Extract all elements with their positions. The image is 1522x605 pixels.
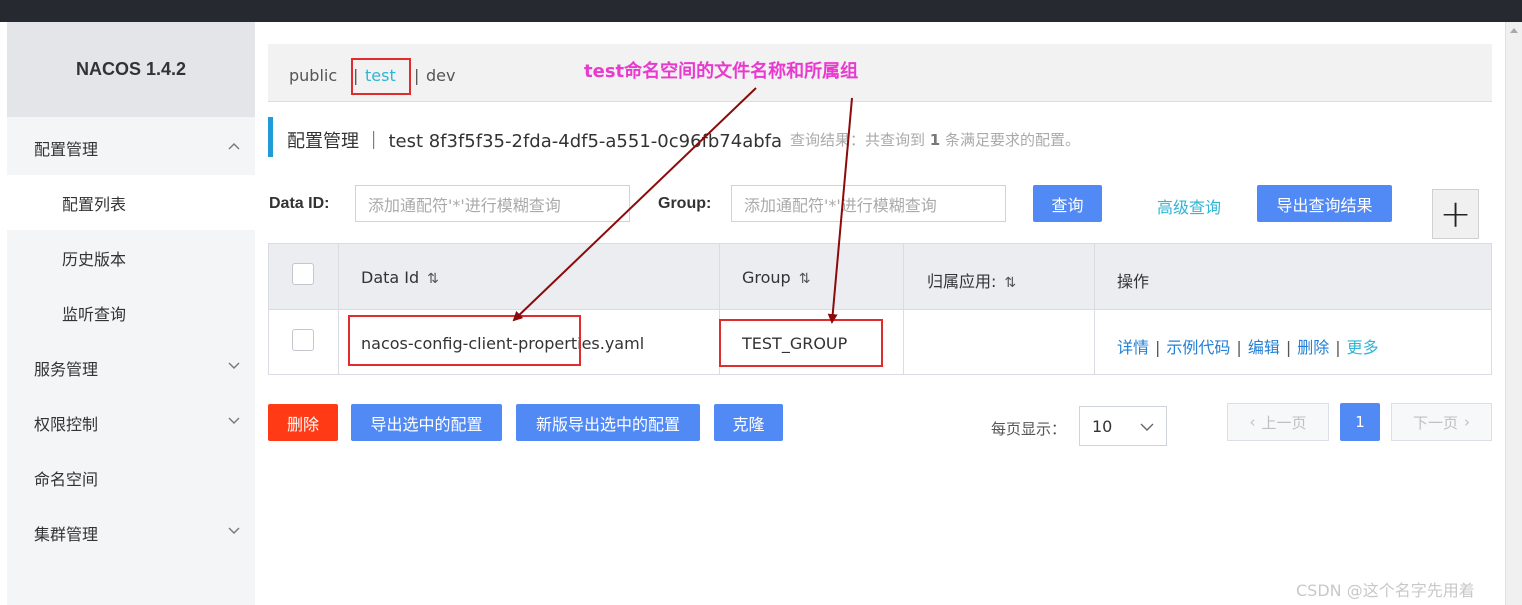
brand-title: NACOS 1.4.2 — [7, 22, 255, 117]
chevron-down-icon — [1140, 423, 1154, 431]
sidebar-item-label: 服务管理 — [34, 359, 99, 379]
sort-icon[interactable]: ⇅ — [799, 271, 811, 287]
row-checkbox[interactable] — [292, 329, 314, 351]
highlight-box-group — [719, 319, 883, 367]
top-bar — [0, 0, 1522, 22]
export-results-button[interactable]: 导出查询结果 — [1257, 185, 1392, 222]
query-result-summary: 查询结果：共查询到 1 条满足要求的配置。 — [790, 129, 1080, 150]
highlight-box-test-namespace — [351, 58, 411, 95]
result-count: 1 — [929, 131, 941, 149]
scroll-up-icon[interactable] — [1510, 28, 1518, 33]
advanced-query-link[interactable]: 高级查询 — [1157, 194, 1221, 218]
group-search-input[interactable]: 添加通配符'*'进行模糊查询 — [731, 185, 1006, 222]
dataid-search-input[interactable]: 添加通配符'*'进行模糊查询 — [355, 185, 630, 222]
op-edit-link[interactable]: 编辑 — [1248, 338, 1280, 357]
result-prefix: 查询结果：共查询到 — [790, 131, 926, 149]
dataid-label: Data ID: — [269, 195, 330, 212]
sort-icon[interactable]: ⇅ — [427, 271, 439, 287]
column-header-data-id[interactable]: Data Id ⇅ — [361, 268, 439, 287]
annotation-text: test命名空间的文件名称和所属组 — [584, 61, 859, 82]
op-more-link[interactable]: 更多 — [1347, 338, 1379, 357]
sidebar-item-history[interactable]: 历史版本 — [7, 230, 255, 285]
namespace-bar: public | test | dev — [268, 44, 1492, 102]
title-accent-bar — [268, 117, 273, 157]
sidebar-item-label: 命名空间 — [34, 469, 99, 489]
namespace-separator: | — [414, 66, 420, 85]
table-header — [269, 244, 1491, 310]
chevron-down-icon — [228, 417, 240, 424]
sidebar-item-label: 权限控制 — [34, 414, 99, 434]
export-selected-new-button[interactable]: 新版导出选中的配置 — [516, 404, 700, 441]
scrollbar[interactable] — [1505, 22, 1522, 605]
delete-button[interactable]: 删除 — [268, 404, 338, 441]
query-button[interactable]: 查询 — [1033, 185, 1102, 222]
sidebar-item-label: 集群管理 — [34, 524, 99, 544]
watermark: CSDN @这个名字先用着 — [1296, 581, 1475, 600]
sidebar-item-listener-query[interactable]: 监听查询 — [7, 285, 255, 340]
prev-page-button[interactable]: ‹ 上一页 — [1227, 403, 1329, 441]
op-delete-link[interactable]: 删除 — [1297, 338, 1329, 357]
sidebar-item-service-management[interactable]: 服务管理 — [7, 340, 255, 395]
current-page-button[interactable]: 1 — [1340, 403, 1380, 441]
sidebar-item-config-list[interactable]: 配置列表 — [7, 175, 255, 230]
row-operations: 详情 | 示例代码 | 编辑 | 删除 | 更多 — [1117, 338, 1379, 357]
sidebar-item-label: 历史版本 — [62, 249, 127, 269]
add-config-button[interactable]: + — [1432, 189, 1479, 239]
sidebar-item-label: 监听查询 — [62, 304, 127, 324]
per-page-value: 10 — [1092, 416, 1113, 436]
op-detail-link[interactable]: 详情 — [1117, 338, 1149, 357]
sidebar-item-label: 配置列表 — [62, 194, 127, 214]
chevron-right-icon: › — [1464, 413, 1470, 431]
column-header-ops: 操作 — [1117, 272, 1150, 291]
sidebar: NACOS 1.4.2 配置管理 配置列表 历史版本 监听查询 服务管理 权限控… — [7, 22, 255, 605]
group-label: Group: — [658, 195, 712, 212]
sidebar-item-permission[interactable]: 权限控制 — [7, 395, 255, 450]
chevron-down-icon — [228, 527, 240, 534]
sidebar-item-cluster[interactable]: 集群管理 — [7, 505, 255, 560]
export-selected-button[interactable]: 导出选中的配置 — [351, 404, 502, 441]
column-header-app[interactable]: 归属应用: ⇅ — [927, 268, 1016, 292]
page-title: 配置管理 ｜ test 8f3f5f35-2fda-4df5-a551-0c96… — [287, 131, 783, 152]
clone-button[interactable]: 克隆 — [714, 404, 783, 441]
sidebar-item-namespace[interactable]: 命名空间 — [7, 450, 255, 505]
per-page-select[interactable]: 10 — [1079, 406, 1167, 446]
chevron-left-icon: ‹ — [1249, 413, 1256, 431]
per-page-label: 每页显示： — [991, 420, 1067, 438]
namespace-dev[interactable]: dev — [426, 66, 455, 85]
sidebar-item-config-management[interactable]: 配置管理 — [7, 120, 255, 175]
chevron-down-icon — [228, 362, 240, 369]
op-sample-code-link[interactable]: 示例代码 — [1166, 338, 1230, 357]
sort-icon[interactable]: ⇅ — [1004, 275, 1016, 291]
result-suffix: 条满足要求的配置。 — [945, 131, 1081, 149]
highlight-box-data-id — [348, 315, 581, 366]
select-all-checkbox[interactable] — [292, 263, 314, 285]
namespace-public[interactable]: public — [289, 66, 337, 85]
sidebar-item-label: 配置管理 — [34, 139, 99, 159]
column-header-group[interactable]: Group ⇅ — [742, 268, 810, 287]
next-page-button[interactable]: 下一页 › — [1391, 403, 1492, 441]
chevron-up-icon — [228, 143, 240, 150]
